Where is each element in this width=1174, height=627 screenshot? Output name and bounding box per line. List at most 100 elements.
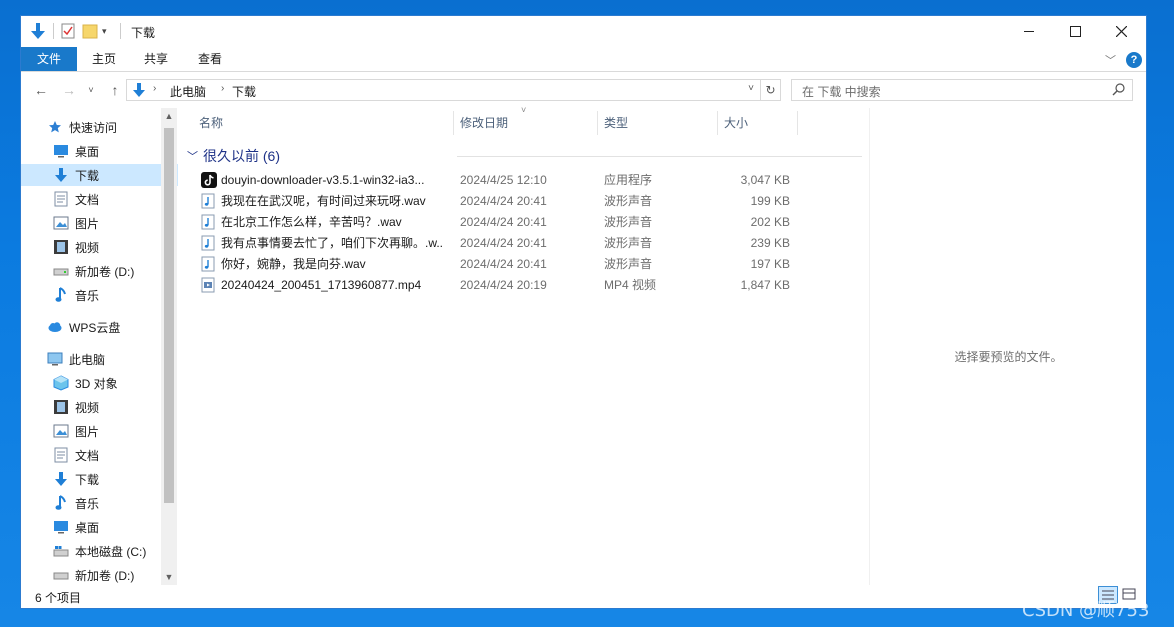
- explorer-window: ▾ 下载 文件 主页 共享 查看 ﹀ ? ← → ˅ ↑ › 此电脑 › 下载 …: [21, 16, 1146, 608]
- help-icon[interactable]: ?: [1126, 52, 1142, 68]
- scroll-up-icon[interactable]: ▲: [161, 108, 177, 124]
- search-icon[interactable]: [1112, 82, 1126, 96]
- download-icon: [53, 471, 69, 487]
- new-folder-icon[interactable]: [82, 22, 98, 40]
- group-label: 很久以前 (6): [203, 148, 280, 164]
- sidebar-item-drive-d[interactable]: 新加卷 (D:): [21, 260, 178, 282]
- recent-locations-button[interactable]: ˅: [85, 80, 97, 100]
- window-title: 下载: [131, 26, 156, 40]
- sidebar-item-music[interactable]: 音乐: [21, 284, 178, 306]
- back-button[interactable]: ←: [31, 80, 51, 100]
- sidebar-item-desktop[interactable]: 桌面 ✎: [21, 140, 178, 162]
- sidebar-item-documents[interactable]: 文档: [21, 444, 178, 466]
- sidebar-item-drive-c[interactable]: 本地磁盘 (C:): [21, 540, 178, 562]
- computer-icon: [47, 351, 63, 367]
- sidebar-quick-access[interactable]: 快速访问: [21, 116, 178, 138]
- group-header[interactable]: ﹀ 很久以前 (6): [187, 146, 863, 164]
- tiktok-app-icon: [201, 172, 217, 188]
- up-button[interactable]: ↑: [105, 80, 125, 100]
- minimize-button[interactable]: [1006, 16, 1052, 47]
- address-bar[interactable]: › 此电脑 › 下载 ˅: [126, 79, 761, 101]
- sidebar-item-label: 音乐: [75, 288, 100, 303]
- breadcrumb-this-pc[interactable]: 此电脑: [170, 83, 206, 100]
- forward-arrow-icon: →: [62, 82, 76, 98]
- sidebar-item-videos[interactable]: 视频: [21, 236, 178, 258]
- tab-share[interactable]: 共享: [135, 47, 177, 71]
- sidebar-item-downloads[interactable]: 下载: [21, 468, 178, 490]
- sidebar-item-downloads[interactable]: 下载 ✎: [21, 164, 178, 186]
- sidebar-item-documents[interactable]: 文档 ✎: [21, 188, 178, 210]
- customize-dropdown-icon[interactable]: ▾: [102, 26, 114, 37]
- properties-icon[interactable]: [60, 22, 76, 40]
- close-button[interactable]: [1098, 16, 1144, 47]
- file-size: 3,047 KB: [740, 173, 790, 187]
- breadcrumb-downloads[interactable]: 下载: [232, 83, 256, 100]
- file-row[interactable]: 我有点事情要去忙了，咱们下次再聊。.w... 2024/4/24 20:41 波…: [197, 233, 797, 254]
- sidebar-item-label: 本地磁盘 (C:): [75, 544, 147, 559]
- file-row[interactable]: douyin-downloader-v3.5.1-win32-ia3... 20…: [197, 170, 797, 191]
- file-row[interactable]: 我现在在武汉呢，有时间过来玩呀.wav 2024/4/24 20:41 波形声音…: [197, 191, 797, 212]
- refresh-button[interactable]: ↻: [761, 79, 781, 101]
- sidebar-item-label: 下载: [75, 168, 100, 183]
- tab-home[interactable]: 主页: [83, 47, 125, 71]
- sidebar-item-label: 3D 对象: [75, 376, 118, 391]
- chevron-down-icon: ﹀: [187, 151, 198, 163]
- forward-button[interactable]: →: [59, 80, 79, 100]
- column-divider[interactable]: [797, 111, 798, 135]
- sidebar-item-this-pc[interactable]: 此电脑: [21, 348, 178, 370]
- column-header-type[interactable]: 类型: [604, 111, 628, 135]
- file-date: 2024/4/24 20:41: [460, 257, 547, 271]
- column-header-name[interactable]: 名称: [199, 111, 223, 135]
- watermark: CSDN @顺753: [1022, 600, 1150, 621]
- status-bar: 6 个项目: [21, 585, 1146, 608]
- column-header-date[interactable]: 修改日期: [460, 111, 508, 135]
- sidebar-item-label: WPS云盘: [69, 320, 121, 335]
- file-date: 2024/4/24 20:41: [460, 236, 547, 250]
- sidebar-item-label: 快速访问: [69, 120, 118, 135]
- expand-ribbon-icon[interactable]: ﹀: [1105, 52, 1116, 68]
- audio-file-icon: [201, 256, 217, 272]
- scroll-down-icon[interactable]: ▼: [161, 569, 177, 585]
- file-size: 239 KB: [750, 236, 790, 250]
- sidebar-item-desktop[interactable]: 桌面: [21, 516, 178, 538]
- sidebar-item-label: 视频: [75, 240, 100, 255]
- tab-file[interactable]: 文件: [21, 47, 77, 71]
- file-name: 20240424_200451_1713960877.mp4: [221, 278, 422, 292]
- preview-pane: 选择要预览的文件。: [869, 108, 1146, 585]
- column-header-size[interactable]: 大小: [724, 111, 748, 135]
- file-row[interactable]: 20240424_200451_1713960877.mp4 2024/4/24…: [197, 275, 797, 296]
- sidebar-item-drive-d[interactable]: 新加卷 (D:): [21, 564, 178, 585]
- navigation-bar: ← → ˅ ↑ › 此电脑 › 下载 ˅ ↻ 在 下载 中搜索: [21, 76, 1146, 104]
- file-row[interactable]: 在北京工作怎么样，辛苦吗？.wav 2024/4/24 20:41 波形声音 2…: [197, 212, 797, 233]
- sidebar-item-label: 文档: [75, 448, 100, 463]
- address-dropdown-icon[interactable]: ˅: [748, 83, 754, 94]
- sidebar-item-label: 新加卷 (D:): [75, 568, 135, 583]
- sidebar-item-label: 新加卷 (D:): [75, 264, 135, 279]
- sidebar-item-wps-cloud[interactable]: WPS云盘: [21, 316, 178, 338]
- file-row[interactable]: 你好，婉静，我是向芬.wav 2024/4/24 20:41 波形声音 197 …: [197, 254, 797, 275]
- sidebar-item-videos[interactable]: 视频: [21, 396, 178, 418]
- tab-view[interactable]: 查看: [189, 47, 231, 71]
- column-divider[interactable]: [453, 111, 454, 135]
- sidebar-item-pictures[interactable]: 图片: [21, 420, 178, 442]
- maximize-button[interactable]: [1052, 16, 1098, 47]
- sidebar-item-label: 此电脑: [69, 352, 106, 367]
- file-date: 2024/4/24 20:19: [460, 278, 547, 292]
- audio-file-icon: [201, 235, 217, 251]
- minimize-icon: [1024, 31, 1034, 32]
- column-divider[interactable]: [717, 111, 718, 135]
- download-arrow-icon[interactable]: [29, 22, 47, 40]
- sidebar-item-label: 图片: [75, 216, 100, 231]
- video-icon: [53, 239, 69, 255]
- search-input[interactable]: 在 下载 中搜索: [791, 79, 1133, 101]
- sidebar-item-music[interactable]: 音乐: [21, 492, 178, 514]
- sidebar-item-label: 图片: [75, 424, 100, 439]
- quick-access-toolbar: ▾: [29, 22, 127, 40]
- sidebar-item-pictures[interactable]: 图片 ✎: [21, 212, 178, 234]
- sidebar-item-label: 音乐: [75, 496, 100, 511]
- column-divider[interactable]: [597, 111, 598, 135]
- sidebar-scrollbar[interactable]: ▲ ▼: [161, 108, 177, 585]
- sidebar-item-3d-objects[interactable]: 3D 对象: [21, 372, 178, 394]
- scrollbar-thumb[interactable]: [164, 128, 174, 503]
- desktop-icon: [53, 143, 69, 159]
